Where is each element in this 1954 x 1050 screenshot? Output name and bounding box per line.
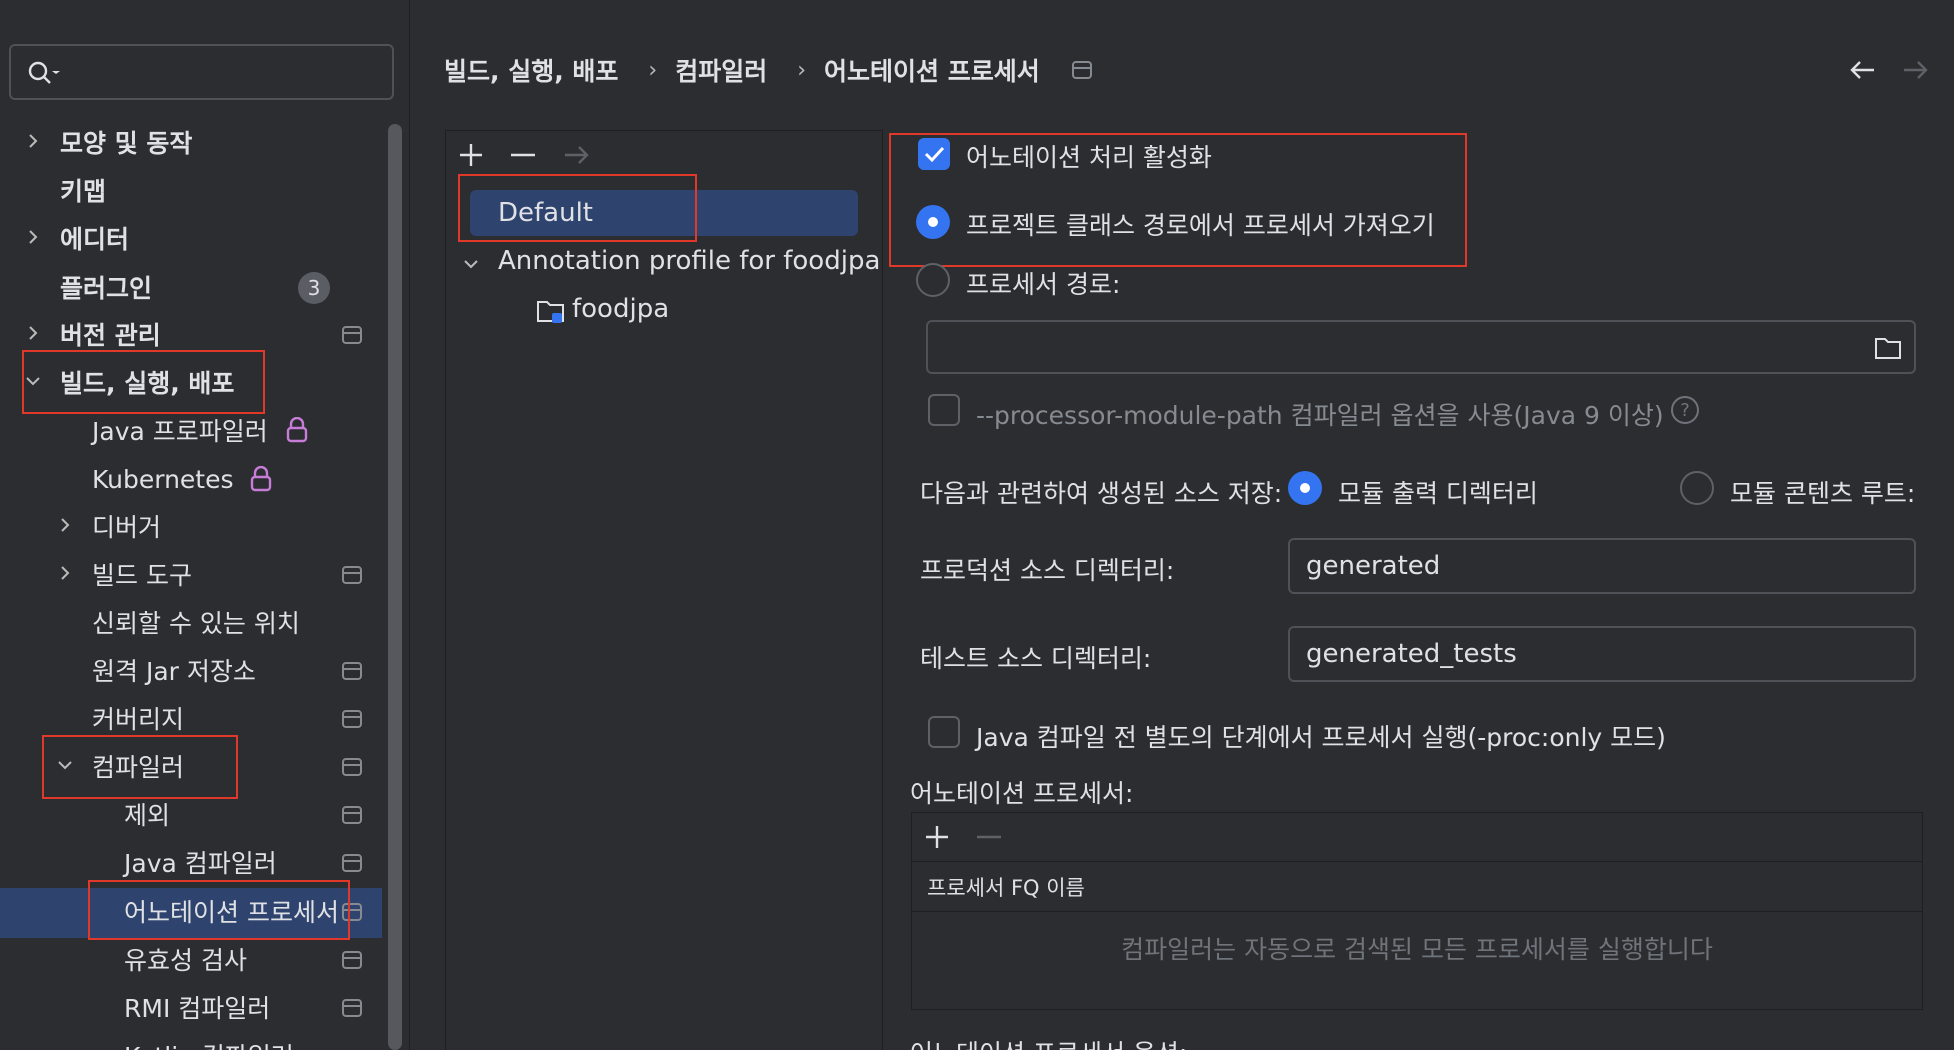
project-level-icon (342, 999, 362, 1017)
plugins-update-badge: 3 (298, 272, 330, 304)
folder-icon[interactable] (1874, 336, 1902, 360)
project-level-icon (342, 758, 362, 776)
annotation-processors-label: 어노테이션 프로세서: (910, 779, 1134, 808)
module-folder-icon (537, 301, 564, 323)
project-level-icon (342, 951, 362, 969)
help-icon[interactable]: ? (1671, 396, 1699, 424)
chevron-right-icon: › (648, 57, 658, 83)
module-output-dir-radio[interactable] (1288, 471, 1322, 505)
table-header-processor-fq-name[interactable]: 프로세서 FQ 이름 (911, 862, 1923, 912)
chevron-right-icon[interactable] (24, 324, 42, 342)
sidebar-item-trusted-locations[interactable]: 신뢰할 수 있는 위치 (92, 602, 300, 642)
breadcrumb: 빌드, 실행, 배포 › 컴파일러 › 어노테이션 프로세서 (444, 52, 1092, 88)
add-icon[interactable] (922, 822, 952, 852)
enable-annotation-processing-checkbox[interactable] (918, 138, 950, 170)
project-level-icon (1071, 61, 1092, 79)
test-dir-label: 테스트 소스 디렉터리: (920, 644, 1152, 673)
production-dir-label: 프로덕션 소스 디렉터리: (920, 556, 1175, 585)
sidebar-item-kubernetes[interactable]: Kubernetes (92, 459, 234, 499)
lock-icon (250, 466, 272, 492)
sidebar-item-java-profiler[interactable]: Java 프로파일러 (92, 410, 268, 450)
project-level-icon (342, 806, 362, 824)
sidebar-item-version-control[interactable]: 버전 관리 (60, 314, 161, 354)
sidebar-item-coverage[interactable]: 커버리지 (92, 698, 184, 738)
profile-default[interactable]: Default (498, 198, 593, 228)
chevron-right-icon: › (797, 57, 807, 83)
processor-options-label: 어노테이션 프로세서 옵션: (910, 1034, 1187, 1050)
processor-path-input[interactable] (926, 320, 1916, 374)
project-level-icon (342, 566, 362, 584)
enable-annotation-processing-label[interactable]: 어노테이션 처리 활성화 (966, 138, 1212, 174)
breadcrumb-item[interactable]: 컴파일러 (675, 52, 767, 88)
sidebar-item-java-compiler[interactable]: Java 컴파일러 (124, 842, 277, 882)
search-icon (28, 61, 60, 84)
sidebar-item-remote-jar-repositories[interactable]: 원격 Jar 저장소 (92, 650, 256, 690)
project-level-icon (342, 710, 362, 728)
sidebar-item-kotlin-compiler[interactable]: Kotlin 컴파일러 (124, 1035, 294, 1050)
sidebar-item-annotation-processors[interactable]: 어노테이션 프로세서 (124, 891, 339, 931)
from-classpath-label[interactable]: 프로젝트 클래스 경로에서 프로세서 가져오기 (966, 206, 1435, 242)
project-level-icon (342, 326, 362, 344)
from-classpath-radio[interactable] (916, 205, 950, 239)
chevron-right-icon[interactable] (56, 564, 74, 582)
back-arrow-icon[interactable] (1848, 58, 1878, 82)
chevron-right-icon[interactable] (56, 516, 74, 534)
forward-arrow-icon[interactable] (1900, 58, 1930, 82)
processor-path-label[interactable]: 프로세서 경로: (966, 265, 1120, 301)
checkmark-icon (924, 146, 945, 163)
chevron-down-icon[interactable] (462, 255, 480, 273)
proc-only-label[interactable]: Java 컴파일 전 별도의 단계에서 프로세서 실행(-proc:only 모… (976, 718, 1666, 754)
test-dir-input[interactable]: generated_tests (1288, 626, 1916, 682)
module-content-root-label[interactable]: 모듈 콘텐츠 루트: (1730, 474, 1915, 510)
sidebar-item-debugger[interactable]: 디버거 (92, 506, 161, 546)
sidebar-item-compiler[interactable]: 컴파일러 (92, 746, 184, 786)
chevron-right-icon[interactable] (24, 228, 42, 246)
remove-icon[interactable] (508, 140, 538, 170)
production-dir-input[interactable]: generated (1288, 538, 1916, 594)
search-input[interactable] (9, 44, 394, 100)
sidebar-item-editor[interactable]: 에디터 (60, 218, 129, 258)
breadcrumb-item: 어노테이션 프로세서 (824, 57, 1040, 86)
chevron-right-icon[interactable] (24, 132, 42, 150)
profile-module-foodjpa[interactable]: foodjpa (572, 294, 669, 324)
module-content-root-radio[interactable] (1680, 471, 1714, 505)
project-level-icon (342, 903, 362, 921)
move-arrow-icon[interactable] (561, 140, 591, 170)
sidebar-item-validation[interactable]: 유효성 검사 (124, 939, 247, 979)
sidebar-item-build-execution-deployment[interactable]: 빌드, 실행, 배포 (60, 362, 234, 402)
chevron-down-icon[interactable] (56, 756, 74, 774)
settings-sidebar: 모양 및 동작 키맵 에디터 플러그인 3 버전 관리 빌드, 실행, 배포 J… (0, 0, 410, 1050)
project-level-icon (342, 662, 362, 680)
processor-module-path-checkbox[interactable] (928, 394, 960, 426)
module-output-dir-label[interactable]: 모듈 출력 디렉터리 (1338, 474, 1538, 510)
table-toolbar (911, 812, 1923, 862)
breadcrumb-item[interactable]: 빌드, 실행, 배포 (444, 52, 618, 88)
store-sources-label: 다음과 관련하여 생성된 소스 저장: (920, 479, 1283, 508)
sidebar-item-plugins[interactable]: 플러그인 (60, 267, 152, 307)
table-empty-text: 컴파일러는 자동으로 검색된 모든 프로세서를 실행합니다 (1121, 935, 1713, 964)
sidebar-item-appearance[interactable]: 모양 및 동작 (60, 122, 192, 162)
sidebar-item-keymap[interactable]: 키맵 (60, 170, 106, 210)
remove-icon[interactable] (974, 822, 1004, 852)
processor-path-radio[interactable] (916, 263, 950, 297)
sidebar-item-excludes[interactable]: 제외 (124, 794, 170, 834)
sidebar-item-build-tools[interactable]: 빌드 도구 (92, 554, 192, 594)
processor-module-path-label: --processor-module-path 컴파일러 옵션을 사용(Java… (976, 401, 1664, 430)
profile-foodjpa-group[interactable]: Annotation profile for foodjpa (498, 246, 880, 276)
chevron-down-icon[interactable] (24, 372, 42, 390)
sidebar-scrollbar[interactable] (388, 124, 402, 1050)
proc-only-checkbox[interactable] (928, 716, 960, 748)
add-icon[interactable] (456, 140, 486, 170)
project-level-icon (342, 854, 362, 872)
sidebar-item-rmi-compiler[interactable]: RMI 컴파일러 (124, 987, 270, 1027)
lock-icon (286, 417, 308, 443)
